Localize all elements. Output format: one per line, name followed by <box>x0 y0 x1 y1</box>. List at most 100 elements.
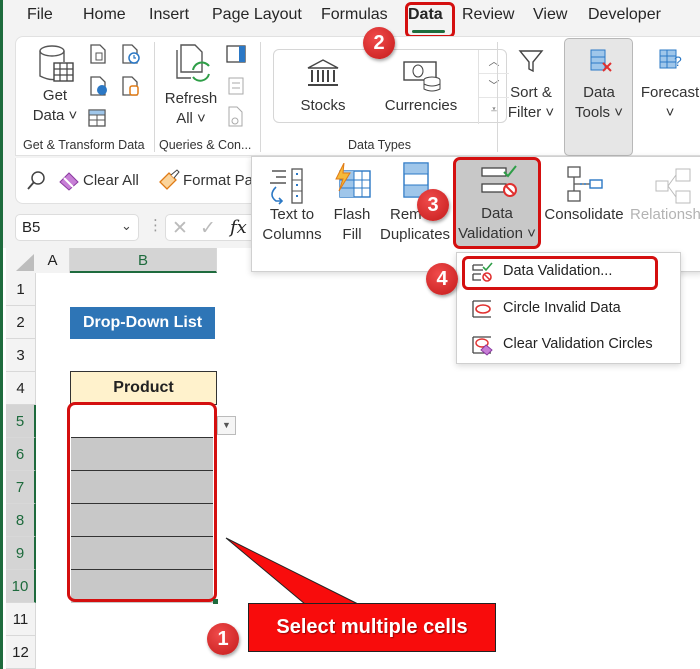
consolidate-button[interactable]: Consolidate <box>544 205 624 225</box>
group-separator <box>497 42 498 152</box>
menu-item-clear-validation-circles[interactable]: Clear Validation Circles <box>457 328 682 362</box>
text-to-columns-label-2: Columns <box>262 226 322 243</box>
from-table-range-icon[interactable] <box>87 108 107 128</box>
row-header-selected[interactable]: 6 <box>6 438 36 471</box>
formula-bar[interactable]: ✕ ✓ fx <box>165 214 265 241</box>
data-validation-icon <box>481 165 517 197</box>
row-header-selected[interactable]: 8 <box>6 504 36 537</box>
row-header[interactable]: 4 <box>6 372 36 405</box>
row-header-selected[interactable]: 7 <box>6 471 36 504</box>
edit-links-icon[interactable] <box>227 106 245 128</box>
tab-view[interactable]: View <box>533 6 567 24</box>
flash-fill-icon <box>335 163 371 198</box>
row-header[interactable]: 1 <box>6 273 36 306</box>
step2-badge: 2 <box>363 27 395 59</box>
refresh-all-label-1: Refresh <box>164 90 218 107</box>
product-header-cell[interactable]: Product <box>70 371 217 405</box>
forecast-button[interactable]: Forecast ˅ <box>639 83 700 123</box>
tab-file[interactable]: File <box>27 6 53 24</box>
format-painter-icon <box>159 169 180 190</box>
dropdown-arrow-button[interactable]: ▼ <box>217 416 236 435</box>
row-header[interactable]: 2 <box>6 306 36 339</box>
data-validation-label: Data Validation ˅ <box>456 204 538 244</box>
refresh-all-label-2: All ˅ <box>176 110 206 127</box>
text-to-columns-button[interactable]: Text to Columns <box>256 205 328 245</box>
tab-review[interactable]: Review <box>462 6 514 24</box>
currencies-button[interactable]: Currencies <box>378 96 464 116</box>
existing-connections-icon[interactable] <box>121 76 141 96</box>
group-label-get-transform: Get & Transform Data <box>23 138 145 152</box>
insert-function-icon[interactable]: fx <box>230 217 247 238</box>
sort-filter-label-1: Sort & <box>510 84 552 101</box>
cancel-icon[interactable]: ✕ <box>172 217 188 240</box>
group-separator <box>154 42 155 152</box>
column-header-a[interactable]: A <box>36 248 70 273</box>
step1-callout-text: Select multiple cells <box>248 603 496 652</box>
step1-badge: 1 <box>207 623 239 655</box>
get-data-icon <box>39 45 74 82</box>
forecast-label-1: Forecast <box>640 84 700 101</box>
filter-funnel-icon <box>518 50 544 73</box>
flash-fill-label-1: Flash <box>333 206 371 223</box>
step3-badge: 3 <box>417 189 449 221</box>
queries-connections-icon[interactable] <box>225 44 247 64</box>
data-tools-label-1: Data <box>583 84 615 101</box>
data-tools-icon <box>590 49 612 72</box>
formula-bar-splitter[interactable]: ⋮ <box>148 216 163 234</box>
tab-home[interactable]: Home <box>83 6 126 24</box>
row-header[interactable]: 12 <box>6 636 36 669</box>
row-header[interactable]: 11 <box>6 603 36 636</box>
select-all-corner[interactable] <box>6 248 36 273</box>
column-header-b[interactable]: B <box>70 248 217 273</box>
gallery-up-button[interactable]: ︿ <box>479 50 509 74</box>
excel-window: File Home Insert Page Layout Formulas Da… <box>0 0 700 669</box>
currencies-icon <box>403 61 441 92</box>
tab-page-layout[interactable]: Page Layout <box>212 6 302 24</box>
data-validation-button[interactable]: Data Validation ˅ <box>453 157 541 249</box>
selection-highlight <box>67 402 217 602</box>
menu-item-highlight <box>462 256 658 290</box>
flash-fill-button[interactable]: Flash Fill <box>328 205 376 245</box>
row-header[interactable]: 3 <box>6 339 36 372</box>
menu-item-label: Circle Invalid Data <box>503 300 621 316</box>
stocks-icon <box>307 59 339 86</box>
clear-all-button[interactable]: Clear All <box>83 171 139 191</box>
from-text-csv-icon[interactable] <box>89 44 107 64</box>
relationships-button[interactable]: Relationship <box>630 205 700 225</box>
data-tools-label-2: Tools ˅ <box>575 104 623 121</box>
search-icon[interactable] <box>25 170 47 192</box>
group-label-queries: Queries & Con... <box>159 138 252 152</box>
get-data-label-2: Data ˅ <box>32 107 78 124</box>
step4-badge: 4 <box>426 263 458 295</box>
from-web-icon[interactable] <box>89 76 109 96</box>
group-label-data-types: Data Types <box>348 138 412 152</box>
tab-insert[interactable]: Insert <box>149 6 189 24</box>
flash-fill-label-2: Fill <box>342 226 362 243</box>
group-separator <box>260 42 261 152</box>
forecast-label-2: ˅ <box>665 104 675 121</box>
refresh-all-button[interactable]: Refresh All ˅ <box>163 89 219 129</box>
menu-item-circle-invalid-data[interactable]: Circle Invalid Data <box>457 292 682 326</box>
remove-duplicates-label-2: Duplicates <box>380 226 451 243</box>
data-validation-label-2: Validation ˅ <box>458 225 536 242</box>
text-to-columns-label-1: Text to <box>269 206 315 223</box>
fill-handle[interactable] <box>213 599 218 604</box>
tab-developer[interactable]: Developer <box>588 6 661 24</box>
text-to-columns-icon <box>270 168 303 205</box>
row-header-selected[interactable]: 5 <box>6 405 36 438</box>
properties-icon[interactable] <box>227 76 245 96</box>
forecast-icon: ? <box>659 49 682 69</box>
format-painter-button[interactable]: Format Pa <box>183 171 253 191</box>
recent-sources-icon[interactable] <box>121 44 141 64</box>
name-box-chevron-icon[interactable]: ⌄ <box>121 218 132 234</box>
row-header-selected[interactable]: 9 <box>6 537 36 570</box>
select-all-triangle-icon <box>16 254 34 271</box>
drop-down-list-title[interactable]: Drop-Down List <box>70 307 215 339</box>
stocks-button[interactable]: Stocks <box>290 96 356 116</box>
get-data-button[interactable]: Get Data ˅ <box>27 86 83 126</box>
enter-check-icon[interactable]: ✓ <box>200 217 216 240</box>
clear-circles-icon <box>472 336 493 356</box>
sort-filter-button[interactable]: Sort & Filter ˅ <box>503 83 559 123</box>
row-header-selected[interactable]: 10 <box>6 570 36 603</box>
tab-formulas[interactable]: Formulas <box>321 6 388 24</box>
